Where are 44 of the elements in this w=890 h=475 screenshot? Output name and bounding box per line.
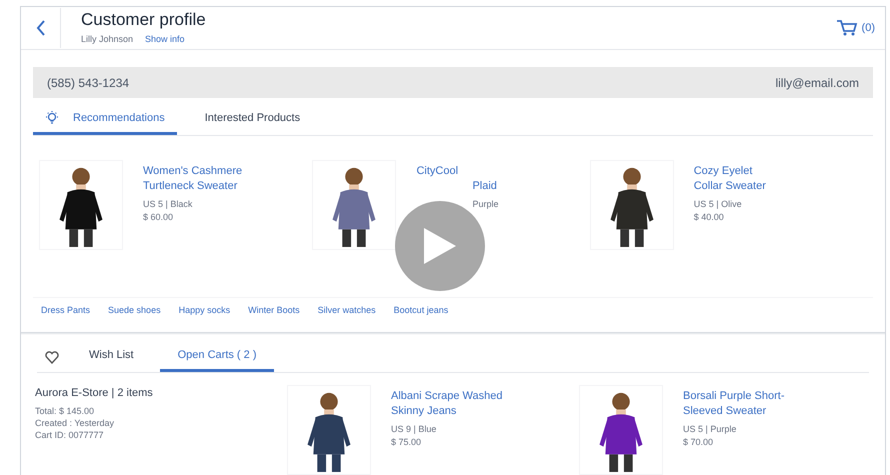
product-detail: US 5 | Purple [683,423,738,436]
product-title[interactable]: Women's Cashmere [143,164,242,179]
play-icon [422,226,458,266]
show-info-link[interactable]: Show info [145,32,185,46]
back-icon [36,20,46,36]
tag-link[interactable]: Dress Pants [37,304,94,318]
product-detail: US 5 | Olive [694,198,743,211]
phone-number: (585) 543-1234 [47,74,130,92]
tab[interactable]: Interested Products [192,104,312,135]
cart-detail: Created : Yesterday [35,416,116,428]
product-title[interactable]: Plaid [472,178,498,194]
tag-link[interactable]: Silver watches [314,304,380,318]
product-detail: US 5 | Black [143,198,194,211]
cart-detail: Total: $ 145.00 [35,404,96,416]
product-title[interactable]: Cozy Eyelet [694,164,766,179]
product-detail: $ 70.00 [683,436,714,449]
cart-icon[interactable] [836,18,858,37]
product-detail: Purple [472,198,498,211]
customer-name: Lilly Johnson [81,32,134,46]
cart-detail: Cart ID: 0077777 [35,428,105,440]
product-title[interactable]: Borsali Purple Short- [683,389,784,404]
product-detail: $ 40.00 [694,210,725,224]
product-title[interactable]: CityCool [416,164,498,179]
product-title[interactable]: Skinny Jeans [391,404,502,419]
product-detail: US 9 | Blue [391,423,438,436]
tab[interactable]: Recommendations [33,104,177,135]
product-title[interactable]: Sleeved Sweater [683,404,784,419]
product-title[interactable]: Albani Scrape Washed [391,389,502,404]
tag-link[interactable]: Winter Boots [244,304,304,318]
product-title[interactable]: Turtleneck Sweater [143,178,242,194]
cart-count: (0) [862,20,875,36]
product-detail: $ 75.00 [391,436,422,449]
heart-icon[interactable] [45,350,59,364]
page-title: Customer profile [81,10,206,30]
cart-title: Aurora E-Store | 2 items [35,386,154,401]
lightbulb-icon [45,110,59,126]
product-title[interactable]: Collar Sweater [694,178,766,194]
tag-link[interactable]: Bootcut jeans [390,304,452,318]
email-address: lilly@email.com [775,74,859,92]
tab[interactable]: Open Carts ( 2 ) [160,342,274,372]
tab[interactable]: Wish List [71,342,152,372]
tag-link[interactable]: Happy socks [174,304,234,318]
product-detail: $ 60.00 [143,210,174,224]
tag-link[interactable]: Suede shoes [104,304,165,318]
